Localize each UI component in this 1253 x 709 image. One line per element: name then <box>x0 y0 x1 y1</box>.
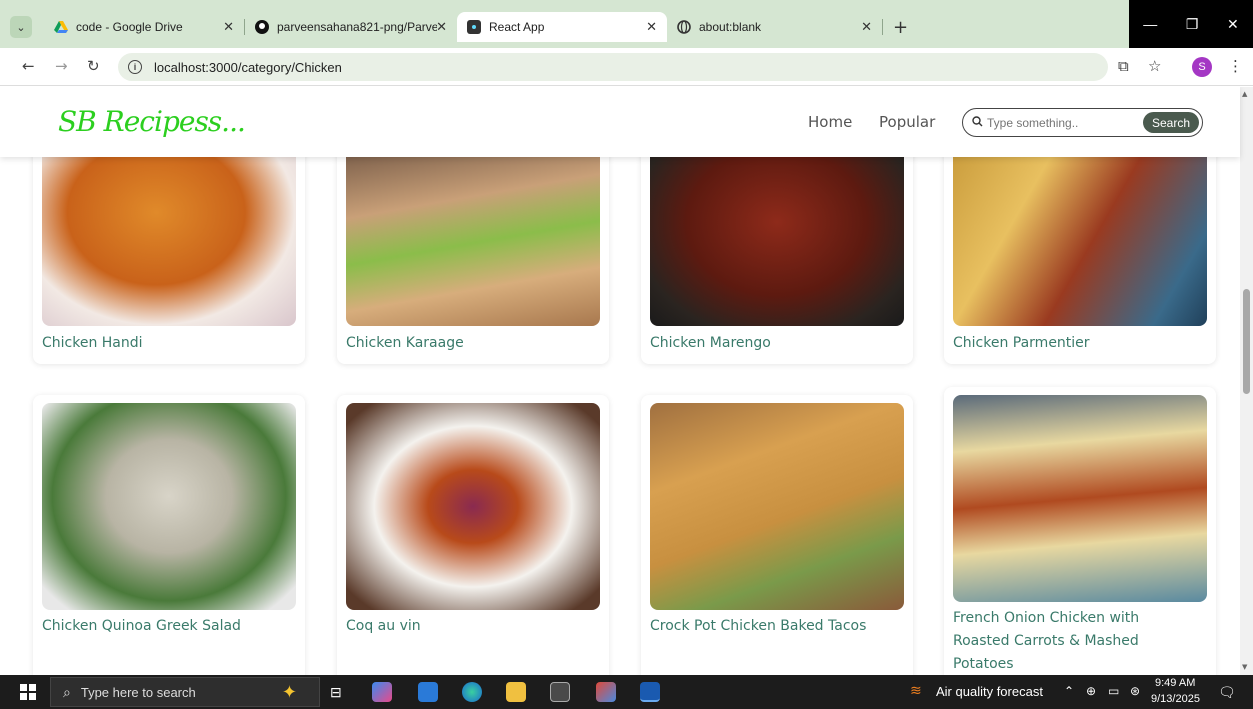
github-icon <box>255 20 269 34</box>
tab-title: parveensahana821-png/Parvee <box>277 20 437 34</box>
scrollbar-thumb[interactable] <box>1243 289 1250 394</box>
recipe-card[interactable]: Chicken Parmentier <box>944 137 1216 364</box>
battery-icon[interactable]: ▭ <box>1108 684 1119 698</box>
more-menu-icon[interactable]: ⋮ <box>1228 57 1243 75</box>
restore-icon[interactable]: ❐ <box>1186 16 1199 33</box>
scroll-down-icon[interactable]: ▼ <box>1242 663 1247 671</box>
edge-browser-icon[interactable] <box>462 682 482 702</box>
page-viewport: SB Recipess... Home Popular Search Chick… <box>0 87 1253 675</box>
tab-about-blank[interactable]: about:blank ✕ <box>667 12 882 42</box>
install-app-icon[interactable]: ⧉ <box>1118 57 1129 75</box>
recipe-card[interactable]: Chicken Marengo <box>641 137 913 364</box>
browser-tab-strip: ⌄ code - Google Drive ✕ parveensahana821… <box>0 0 1253 48</box>
recipe-title[interactable]: Coq au vin <box>346 615 586 638</box>
copilot-sparkle-icon: ✦ <box>281 682 297 702</box>
clock-date[interactable]: 9/13/2025 <box>1151 693 1200 705</box>
clock-time[interactable]: 9:49 AM <box>1155 677 1195 689</box>
search-input[interactable] <box>987 115 1137 130</box>
recipe-image[interactable] <box>953 137 1207 326</box>
tab-search-icon[interactable]: ⌄ <box>10 16 32 38</box>
nav-popular-link[interactable]: Popular <box>879 113 935 131</box>
close-icon[interactable]: ✕ <box>436 19 447 35</box>
close-icon[interactable]: ✕ <box>223 19 234 35</box>
language-icon[interactable]: ⊛ <box>1130 684 1140 698</box>
recipe-title[interactable]: Chicken Karaage <box>346 332 586 355</box>
search-icon: ⌕ <box>63 683 71 700</box>
recipe-title[interactable]: Chicken Handi <box>42 332 282 355</box>
recipe-title[interactable]: Crock Pot Chicken Baked Tacos <box>650 615 890 638</box>
search-icon <box>972 115 983 130</box>
recipe-card[interactable]: Chicken Quinoa Greek Salad <box>33 395 305 675</box>
site-logo[interactable]: SB Recipess... <box>58 105 246 138</box>
close-icon[interactable]: ✕ <box>861 19 872 35</box>
recipe-card[interactable]: French Onion Chicken with Roasted Carrot… <box>944 387 1216 675</box>
globe-icon <box>677 20 691 34</box>
tab-title: React App <box>489 20 545 34</box>
tabs-row: ⌄ code - Google Drive ✕ parveensahana821… <box>10 12 908 42</box>
active-app-icon[interactable] <box>640 682 660 702</box>
react-icon <box>467 20 481 34</box>
file-explorer-icon[interactable] <box>506 682 526 702</box>
back-icon[interactable]: ← <box>22 57 35 75</box>
recipe-image[interactable] <box>42 137 296 326</box>
recipe-title[interactable]: Chicken Parmentier <box>953 332 1193 355</box>
store-icon[interactable] <box>550 682 570 702</box>
windows-taskbar: ⌕ Type here to search ✦ ⊟ ≋ Air quality … <box>0 675 1253 709</box>
recipe-card[interactable]: Chicken Handi <box>33 137 305 364</box>
forward-icon[interactable]: → <box>55 57 68 75</box>
bookmark-star-icon[interactable]: ☆ <box>1148 57 1161 75</box>
close-window-icon[interactable]: ✕ <box>1227 16 1239 33</box>
recipe-image[interactable] <box>650 137 904 326</box>
copilot-app-icon[interactable] <box>372 682 392 702</box>
recipe-card[interactable]: Crock Pot Chicken Baked Tacos <box>641 395 913 675</box>
network-icon[interactable]: ⊕ <box>1086 684 1096 698</box>
profile-avatar[interactable]: S <box>1192 57 1212 77</box>
address-field[interactable]: i localhost:3000/category/Chicken <box>118 53 1108 81</box>
tab-github[interactable]: parveensahana821-png/Parvee ✕ <box>245 12 457 42</box>
search-form: Search <box>962 108 1203 137</box>
recipe-image[interactable] <box>953 395 1207 602</box>
tray-chevron-icon[interactable]: ⌃ <box>1064 684 1074 698</box>
windows-start-icon[interactable] <box>20 684 36 705</box>
tab-title: code - Google Drive <box>76 20 183 34</box>
recipe-image[interactable] <box>346 137 600 326</box>
url-text: localhost:3000/category/Chicken <box>154 59 342 75</box>
address-bar-row: ← → ↻ i localhost:3000/category/Chicken … <box>0 48 1253 86</box>
notifications-icon[interactable]: 🗨 <box>1218 684 1236 701</box>
site-header: SB Recipess... Home Popular Search <box>0 87 1240 157</box>
tab-divider <box>882 19 883 35</box>
taskbar-search-box[interactable]: ⌕ Type here to search ✦ <box>50 677 320 707</box>
recipe-card[interactable]: Coq au vin <box>337 395 609 675</box>
weather-icon: ≋ <box>910 682 922 698</box>
recipe-title[interactable]: Chicken Quinoa Greek Salad <box>42 615 282 638</box>
recipe-title[interactable]: Chicken Marengo <box>650 332 890 355</box>
google-drive-icon <box>54 20 68 34</box>
recipe-image[interactable] <box>650 403 904 610</box>
weather-text[interactable]: Air quality forecast <box>936 684 1043 699</box>
recipe-title[interactable]: French Onion Chicken with Roasted Carrot… <box>953 607 1193 675</box>
tab-react-app[interactable]: React App ✕ <box>457 12 667 42</box>
tab-google-drive[interactable]: code - Google Drive ✕ <box>44 12 244 42</box>
nav-home-link[interactable]: Home <box>808 113 852 131</box>
close-icon[interactable]: ✕ <box>646 19 657 35</box>
scroll-up-icon[interactable]: ▲ <box>1242 90 1247 98</box>
tab-title: about:blank <box>699 20 762 34</box>
page-scrollbar[interactable]: ▲ ▼ <box>1240 87 1253 675</box>
window-controls: — ❐ ✕ <box>1129 0 1253 48</box>
recipe-card[interactable]: Chicken Karaage <box>337 137 609 364</box>
reload-icon[interactable]: ↻ <box>87 57 100 75</box>
minimize-icon[interactable]: — <box>1143 16 1157 32</box>
recipe-image[interactable] <box>42 403 296 610</box>
mail-icon[interactable] <box>418 682 438 702</box>
site-info-icon[interactable]: i <box>128 60 142 74</box>
paint-icon[interactable] <box>596 682 616 702</box>
new-tab-icon[interactable]: + <box>893 17 908 38</box>
search-button[interactable]: Search <box>1143 112 1199 133</box>
recipe-image[interactable] <box>346 403 600 610</box>
taskbar-search-placeholder: Type here to search <box>80 684 196 700</box>
task-view-icon[interactable]: ⊟ <box>330 684 342 701</box>
